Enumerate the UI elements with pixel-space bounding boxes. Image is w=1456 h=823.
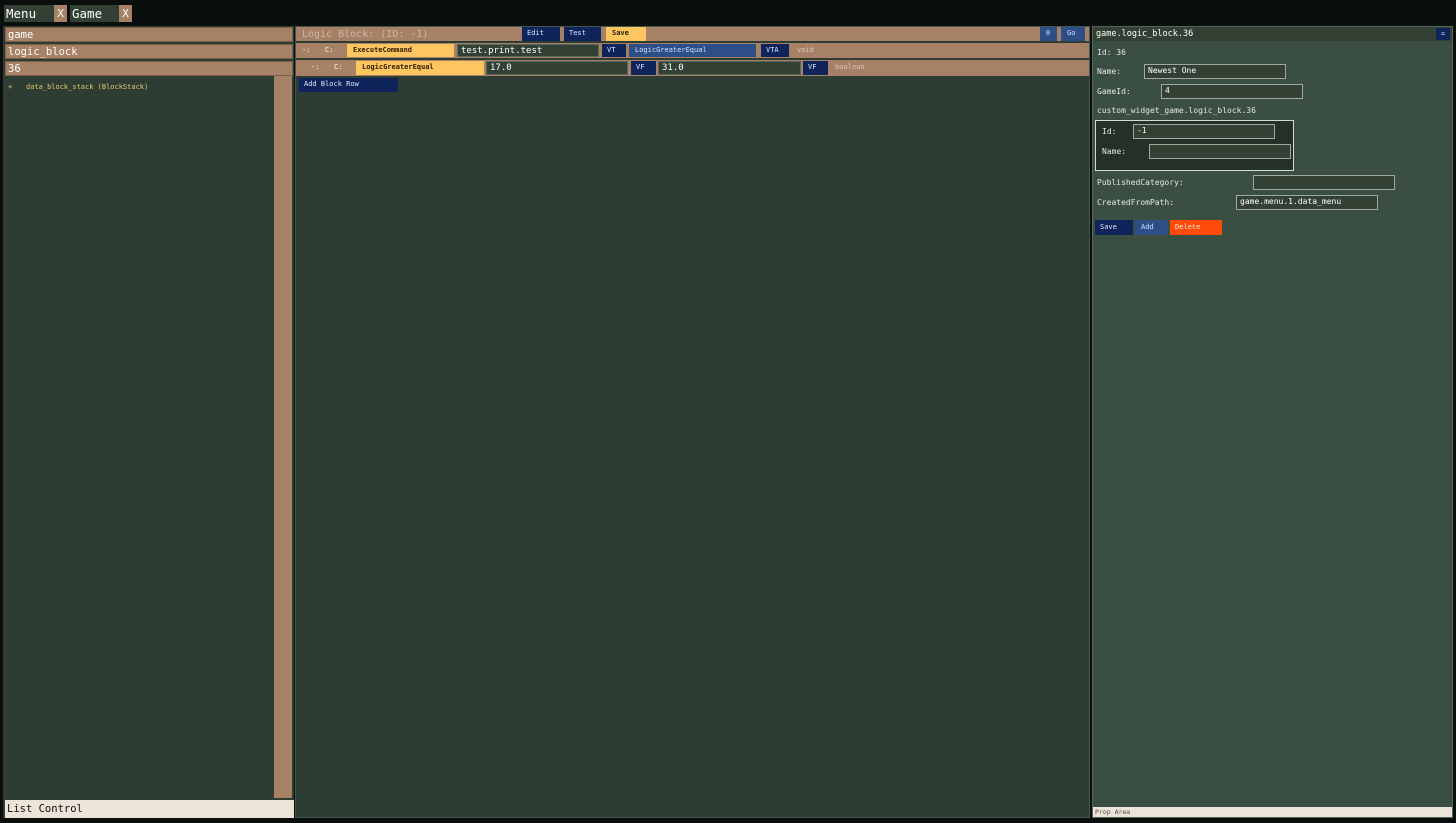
command-select[interactable]: ExecuteCommand [347,44,454,57]
id-text: Id: 36 [1097,48,1126,57]
widget-path: custom_widget_game.logic_block.36 [1097,106,1256,115]
list-control-panel: game logic_block 36 + data_block_stack (B… [3,26,294,818]
gameid-label: GameId: [1097,87,1131,96]
editor-title: Logic Block: (ID: -1) [302,29,429,40]
breadcrumb-id[interactable]: 36 [5,61,293,76]
logic-block-editor: Logic Block: (ID: -1) Edit Test Save 0 G… [295,26,1090,818]
custom-widget-group: Id: -1 Name: [1095,120,1294,171]
sub-id-input[interactable]: -1 [1133,124,1275,139]
command-select[interactable]: LogicGreaterEqual [356,61,484,75]
list-control-footer: List Control [5,800,294,818]
prop-save-button[interactable]: Save [1095,220,1133,235]
published-category-label: PublishedCategory: [1097,178,1184,187]
name-input[interactable]: Newest One [1144,64,1286,79]
tab-menu-close-button[interactable]: X [54,5,67,22]
tab-game[interactable]: Game [70,5,120,22]
row-c-label: C: [334,63,343,71]
return-type: void [797,46,814,54]
right-value-input[interactable]: 31.0 [658,61,801,75]
expand-toggle-icon[interactable]: + [8,82,26,92]
row-dash[interactable]: -: [311,61,319,74]
sub-name-label: Name: [1102,147,1127,156]
go-button[interactable]: Go [1061,27,1085,41]
prop-header: game.logic_block.36 = [1093,27,1452,41]
tab-game-label: Game [72,6,103,21]
zero-button[interactable]: 0 [1040,27,1057,41]
list-scrollbar[interactable] [274,76,292,798]
prop-area-footer: Prop Area [1093,807,1452,817]
created-from-path-input[interactable]: game.menu.1.data_menu [1236,195,1378,210]
prop-add-button[interactable]: Add [1135,220,1168,235]
gameid-input[interactable]: 4 [1161,84,1303,99]
add-block-row-button[interactable]: Add Block Row [299,78,398,92]
tab-menu-label: Menu [6,6,37,21]
type-select[interactable]: LogicGreaterEqual [629,44,756,57]
tree-item-data-block-stack[interactable]: + data_block_stack (BlockStack) [8,82,148,92]
created-from-path-label: CreatedFromPath: [1097,198,1175,207]
breadcrumb-game[interactable]: game [5,27,293,42]
value-flag-button[interactable]: VF [631,61,656,75]
row-c-label: C: [325,46,334,54]
sub-id-label: Id: [1102,127,1117,136]
prop-area-panel: game.logic_block.36 = Id: 36 Name: Newes… [1092,26,1453,818]
tab-menu[interactable]: Menu [4,5,55,22]
value-type-button[interactable]: VT [602,44,626,57]
left-value-input[interactable]: 17.0 [486,61,628,75]
breadcrumb-logic-block[interactable]: logic_block [5,44,293,59]
prop-delete-button[interactable]: Delete [1170,220,1222,235]
edit-button[interactable]: Edit [522,27,560,41]
prop-header-title: game.logic_block.36 [1096,29,1194,39]
value-flag-button[interactable]: VF [803,61,828,75]
sub-name-input[interactable] [1149,144,1291,159]
return-type: boolean [835,63,865,71]
test-button[interactable]: Test [564,27,601,41]
command-value-input[interactable]: test.print.test [457,44,599,57]
tree-item-label: data_block_stack (BlockStack) [26,83,149,91]
row-dash[interactable]: -: [302,44,310,57]
collapse-button[interactable]: = [1436,28,1450,40]
name-label: Name: [1097,67,1122,76]
value-type-arg-button[interactable]: VTA [761,44,789,57]
save-button[interactable]: Save [606,27,646,41]
tab-game-close-button[interactable]: X [119,5,132,22]
published-category-input[interactable] [1253,175,1395,190]
